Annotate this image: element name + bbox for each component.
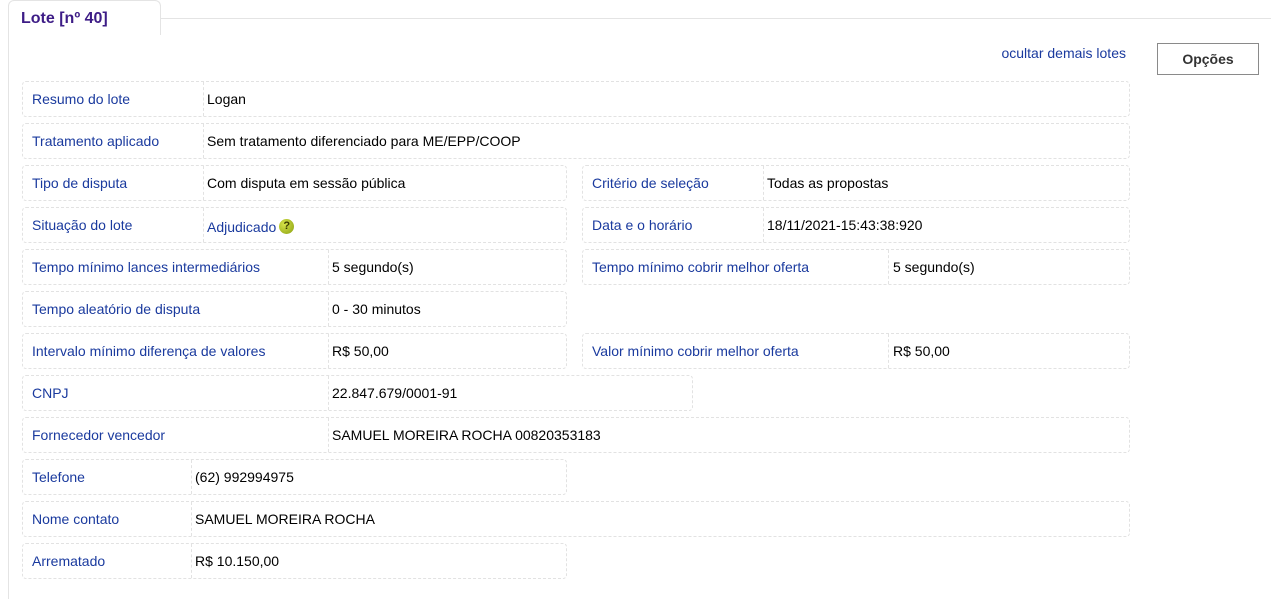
field-label: Fornecedor vencedor bbox=[32, 427, 166, 443]
field-label: Tempo mínimo lances intermediários bbox=[32, 259, 260, 275]
field-value: Com disputa em sessão pública bbox=[207, 175, 406, 191]
field-label: Resumo do lote bbox=[32, 91, 131, 107]
field-fornecedor: Fornecedor vencedor SAMUEL MOREIRA ROCHA… bbox=[22, 417, 1130, 453]
field-value: Sem tratamento diferenciado para ME/EPP/… bbox=[207, 133, 521, 149]
field-tratamento: Tratamento aplicado Sem tratamento difer… bbox=[22, 123, 1130, 159]
field-label: Situação do lote bbox=[32, 217, 133, 233]
field-situacao: Situação do lote Adjudicado? bbox=[22, 207, 567, 243]
field-nome-contato: Nome contato SAMUEL MOREIRA ROCHA bbox=[22, 501, 1130, 537]
field-tempo-lances: Tempo mínimo lances intermediários 5 seg… bbox=[22, 249, 567, 285]
field-value: 5 segundo(s) bbox=[893, 259, 975, 275]
field-value: SAMUEL MOREIRA ROCHA 00820353183 bbox=[332, 427, 601, 443]
field-value: 22.847.679/0001-91 bbox=[332, 385, 458, 401]
field-label: CNPJ bbox=[32, 385, 69, 401]
lot-tab[interactable]: Lote [nº 40] bbox=[8, 0, 161, 35]
field-value: R$ 50,00 bbox=[332, 343, 389, 359]
field-label: Tempo mínimo cobrir melhor oferta bbox=[592, 259, 810, 275]
field-data-horario: Data e o horário 18/11/2021-15:43:38:920 bbox=[582, 207, 1130, 243]
field-value: (62) 992994975 bbox=[195, 469, 294, 485]
field-telefone: Telefone (62) 992994975 bbox=[22, 459, 567, 495]
hide-other-lots-link[interactable]: ocultar demais lotes bbox=[1001, 45, 1126, 61]
field-value: Logan bbox=[207, 91, 246, 107]
field-label: Tempo aleatório de disputa bbox=[32, 301, 201, 317]
field-label: Tratamento aplicado bbox=[32, 133, 160, 149]
field-label: Tipo de disputa bbox=[32, 175, 128, 191]
field-label: Valor mínimo cobrir melhor oferta bbox=[592, 343, 799, 359]
field-value: SAMUEL MOREIRA ROCHA bbox=[195, 511, 375, 527]
field-criterio: Critério de seleção Todas as propostas bbox=[582, 165, 1130, 201]
field-cnpj: CNPJ 22.847.679/0001-91 bbox=[22, 375, 693, 411]
field-label: Intervalo mínimo diferença de valores bbox=[32, 343, 266, 359]
field-label: Telefone bbox=[32, 469, 85, 485]
field-resumo: Resumo do lote Logan bbox=[22, 81, 1130, 117]
field-label: Arrematado bbox=[32, 553, 106, 569]
field-tipo-disputa: Tipo de disputa Com disputa em sessão pú… bbox=[22, 165, 567, 201]
field-value: R$ 50,00 bbox=[893, 343, 950, 359]
field-tempo-cobrir: Tempo mínimo cobrir melhor oferta 5 segu… bbox=[582, 249, 1130, 285]
help-icon[interactable]: ? bbox=[279, 219, 295, 234]
field-arrematado: Arrematado R$ 10.150,00 bbox=[22, 543, 567, 579]
field-label: Data e o horário bbox=[592, 217, 693, 233]
field-value: 0 - 30 minutos bbox=[332, 301, 421, 317]
field-label: Nome contato bbox=[32, 511, 120, 527]
field-intervalo: Intervalo mínimo diferença de valores R$… bbox=[22, 333, 567, 369]
field-tempo-aleatorio: Tempo aleatório de disputa 0 - 30 minuto… bbox=[22, 291, 567, 327]
field-value: Todas as propostas bbox=[767, 175, 889, 191]
lot-title: Lote [nº 40] bbox=[21, 10, 108, 27]
status-text[interactable]: Adjudicado bbox=[207, 219, 276, 235]
field-value: 18/11/2021-15:43:38:920 bbox=[767, 217, 923, 233]
field-valor-minimo: Valor mínimo cobrir melhor oferta R$ 50,… bbox=[582, 333, 1130, 369]
status-value[interactable]: Adjudicado? bbox=[207, 210, 295, 244]
field-label: Critério de seleção bbox=[592, 175, 709, 191]
options-button[interactable]: Opções bbox=[1157, 43, 1259, 75]
field-value: R$ 10.150,00 bbox=[195, 553, 280, 569]
field-value: 5 segundo(s) bbox=[332, 259, 414, 275]
